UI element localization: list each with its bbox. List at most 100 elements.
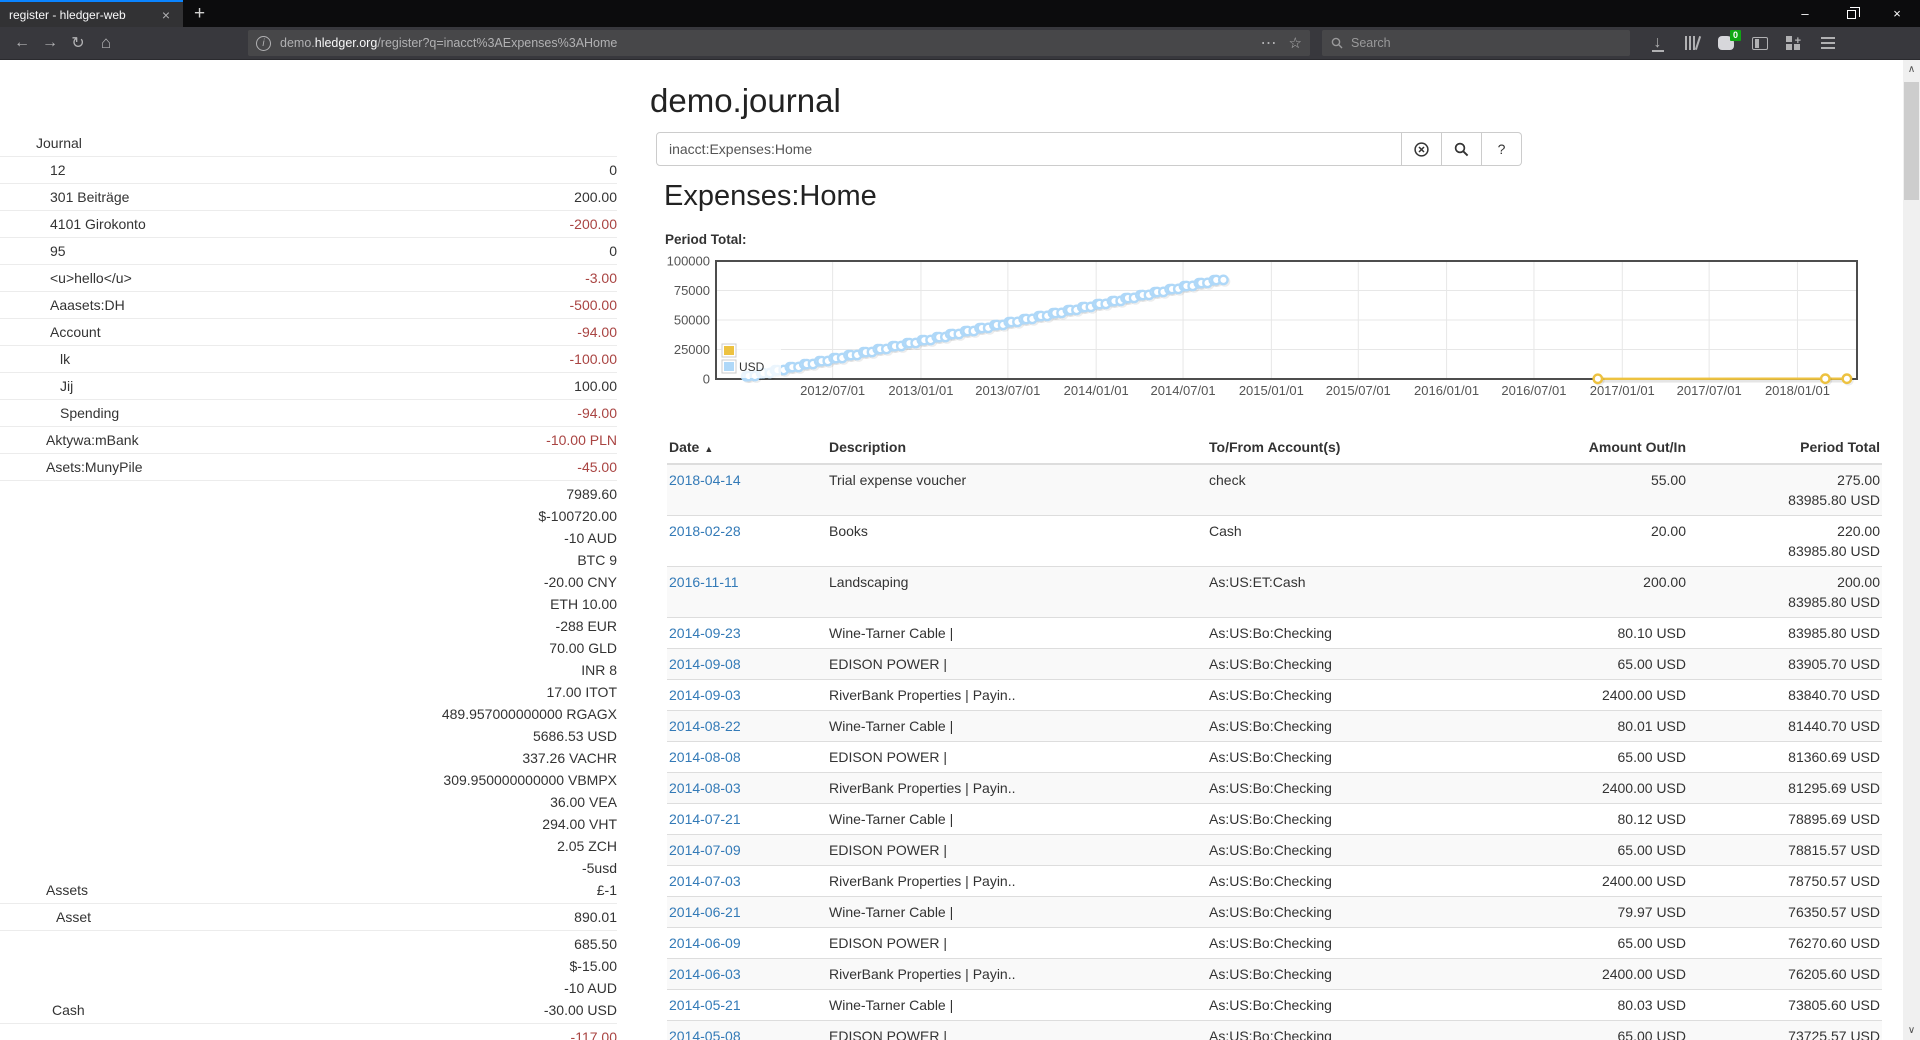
sidebar-account-row[interactable]: 120	[0, 157, 617, 184]
bookmark-star-icon[interactable]: ☆	[1289, 34, 1302, 52]
transaction-date-link[interactable]: 2014-09-03	[669, 687, 741, 703]
svg-text:2015/07/01: 2015/07/01	[1326, 383, 1391, 398]
extension-icon[interactable]: 0	[1712, 30, 1739, 56]
transaction-date-link[interactable]: 2014-07-03	[669, 873, 741, 889]
table-row[interactable]: 2014-06-09EDISON POWER |As:US:Bo:Checkin…	[667, 928, 1882, 959]
table-row[interactable]: 2018-04-14Trial expense vouchercheck55.0…	[667, 464, 1882, 516]
period-total-commodity: 83985.80 USD	[1690, 592, 1880, 612]
sidebar-account-row[interactable]: lk-100.00	[0, 346, 617, 373]
transaction-date-link[interactable]: 2014-09-08	[669, 656, 741, 672]
transaction-date-link[interactable]: 2014-08-03	[669, 780, 741, 796]
browser-search-field[interactable]: Search	[1322, 30, 1630, 56]
table-row[interactable]: 2014-06-21Wine-Tarner Cable |As:US:Bo:Ch…	[667, 897, 1882, 928]
cell-amount: 65.00 USD	[1489, 835, 1688, 866]
transaction-date-link[interactable]: 2014-07-09	[669, 842, 741, 858]
transaction-date-link[interactable]: 2014-05-08	[669, 1028, 741, 1040]
new-tab-button[interactable]: +	[183, 0, 216, 27]
transaction-date-link[interactable]: 2014-05-21	[669, 997, 741, 1013]
table-row[interactable]: 2014-08-22Wine-Tarner Cable |As:US:Bo:Ch…	[667, 711, 1882, 742]
account-name: Journal	[36, 132, 82, 154]
sidebar-account-row[interactable]: Assets7989.60$-100720.00-10 AUDBTC 9-20.…	[0, 481, 617, 904]
close-button[interactable]: ×	[1874, 0, 1920, 27]
transaction-date-link[interactable]: 2014-08-08	[669, 749, 741, 765]
extensions-grid-icon[interactable]: +	[1780, 30, 1807, 56]
sidebar-account-row[interactable]: <u>hello</u>-3.00	[0, 265, 617, 292]
table-row[interactable]: 2014-06-03RiverBank Properties | Payin..…	[667, 959, 1882, 990]
transaction-date-link[interactable]: 2014-06-09	[669, 935, 741, 951]
balance-amount: 0	[609, 159, 617, 181]
table-row[interactable]: 2014-08-08EDISON POWER |As:US:Bo:Checkin…	[667, 742, 1882, 773]
table-row[interactable]: 2016-11-11LandscapingAs:US:ET:Cash200.00…	[667, 567, 1882, 618]
transaction-date-link[interactable]: 2016-11-11	[669, 574, 739, 590]
restore-button[interactable]	[1828, 0, 1874, 27]
sidebar-account-row[interactable]: 950	[0, 238, 617, 265]
table-row[interactable]: 2014-09-03RiverBank Properties | Payin..…	[667, 680, 1882, 711]
column-header-to-from-account-s-[interactable]: To/From Account(s)	[1207, 431, 1489, 464]
table-row[interactable]: 2014-07-03RiverBank Properties | Payin..…	[667, 866, 1882, 897]
table-row[interactable]: 2014-05-21Wine-Tarner Cable |As:US:Bo:Ch…	[667, 990, 1882, 1021]
site-info-icon[interactable]: i	[256, 36, 271, 51]
sidebar-item-journal[interactable]: Journal	[0, 130, 617, 157]
search-button[interactable]	[1442, 132, 1482, 166]
scrollbar-thumb[interactable]	[1904, 82, 1919, 200]
tab-close-icon[interactable]: ×	[158, 6, 174, 24]
column-header-date[interactable]: Date▲	[667, 431, 827, 464]
table-row[interactable]: 2014-08-03RiverBank Properties | Payin..…	[667, 773, 1882, 804]
scrollbar-up-icon[interactable]: ∧	[1903, 64, 1920, 75]
column-header-description[interactable]: Description	[827, 431, 1207, 464]
period-total-chart[interactable]: 2012/07/012013/01/012013/07/012014/01/01…	[650, 255, 1895, 412]
table-row[interactable]: 2014-07-09 EDISON POWER |As:US:Bo:Checkin…	[667, 835, 1882, 866]
column-header-period-total[interactable]: Period Total	[1688, 431, 1882, 464]
help-button[interactable]: ?	[1482, 132, 1522, 166]
account-name: Spending	[60, 402, 119, 424]
sidebar-account-row[interactable]: Cash685.50$-15.00-10 AUD-30.00 USD	[0, 931, 617, 1024]
library-icon[interactable]	[1678, 30, 1705, 56]
home-icon[interactable]: ⌂	[92, 30, 120, 56]
cell-description: Books	[827, 516, 1207, 567]
column-header-amount-out-in[interactable]: Amount Out/In	[1489, 431, 1688, 464]
sidebar-account-row[interactable]: Aktywa:mBank-10.00 PLN	[0, 427, 617, 454]
balance-amount: $-15.00	[544, 955, 617, 977]
transaction-date-link[interactable]: 2018-04-14	[669, 472, 741, 488]
sidebar-account-row[interactable]: Account-94.00	[0, 319, 617, 346]
table-row[interactable]: 2018-02-28BooksCash20.00220.0083985.80 U…	[667, 516, 1882, 567]
sidebar-toggle-icon[interactable]	[1746, 30, 1773, 56]
cell-accounts: As:US:Bo:Checking	[1207, 835, 1489, 866]
transaction-date-link[interactable]: 2014-06-03	[669, 966, 741, 982]
table-row[interactable]: 2014-09-08EDISON POWER |As:US:Bo:Checkin…	[667, 649, 1882, 680]
page-scrollbar[interactable]: ∧ ∨	[1903, 60, 1920, 1040]
sidebar-account-row[interactable]: Asets:MunyPile-45.00	[0, 454, 617, 481]
sidebar-account-row[interactable]: 301 Beiträge200.00	[0, 184, 617, 211]
page-actions-icon[interactable]: ⋯	[1261, 33, 1277, 53]
transaction-date-link[interactable]: 2014-09-23	[669, 625, 741, 641]
sidebar-account-row[interactable]: Asset890.01	[0, 904, 617, 931]
sidebar-account-row[interactable]: Spending-94.00	[0, 400, 617, 427]
transaction-date-link[interactable]: 2014-06-21	[669, 904, 741, 920]
url-bar[interactable]: i demo.hledger.org/register?q=inacct%3AE…	[248, 30, 1310, 56]
menu-hamburger-icon[interactable]	[1814, 30, 1841, 56]
search-placeholder: Search	[1351, 36, 1391, 50]
table-row[interactable]: 2014-09-23Wine-Tarner Cable |As:US:Bo:Ch…	[667, 618, 1882, 649]
table-row[interactable]: 2014-07-21Wine-Tarner Cable |As:US:Bo:Ch…	[667, 804, 1882, 835]
cell-period-total: 78750.57 USD	[1688, 866, 1882, 897]
sidebar-account-row[interactable]: Aaasets:DH-500.00	[0, 292, 617, 319]
reload-icon[interactable]: ↻	[64, 30, 92, 56]
browser-tab[interactable]: register - hledger-web ×	[0, 0, 183, 27]
period-total-line: 275.00	[1690, 470, 1880, 490]
table-row[interactable]: 2014-05-08EDISON POWER |As:US:Bo:Checkin…	[667, 1021, 1882, 1040]
forward-icon[interactable]: →	[36, 30, 64, 56]
transaction-date-link[interactable]: 2018-02-28	[669, 523, 741, 539]
minimize-button[interactable]: –	[1782, 0, 1828, 27]
transaction-date-link[interactable]: 2014-08-22	[669, 718, 741, 734]
transaction-date-link[interactable]: 2014-07-21	[669, 811, 741, 827]
scrollbar-down-icon[interactable]: ∨	[1903, 1025, 1920, 1036]
download-icon[interactable]: ↓	[1644, 30, 1671, 56]
balance-amount: 890.01	[574, 906, 617, 928]
sidebar-account-row[interactable]: Jij100.00	[0, 373, 617, 400]
clear-query-button[interactable]	[1402, 132, 1442, 166]
back-icon[interactable]: ←	[8, 30, 36, 56]
sidebar-account-row[interactable]: -117.00	[0, 1024, 617, 1040]
query-input[interactable]	[656, 132, 1402, 166]
sidebar-account-row[interactable]: 4101 Girokonto-200.00	[0, 211, 617, 238]
cell-description: EDISON POWER |	[827, 835, 1207, 866]
